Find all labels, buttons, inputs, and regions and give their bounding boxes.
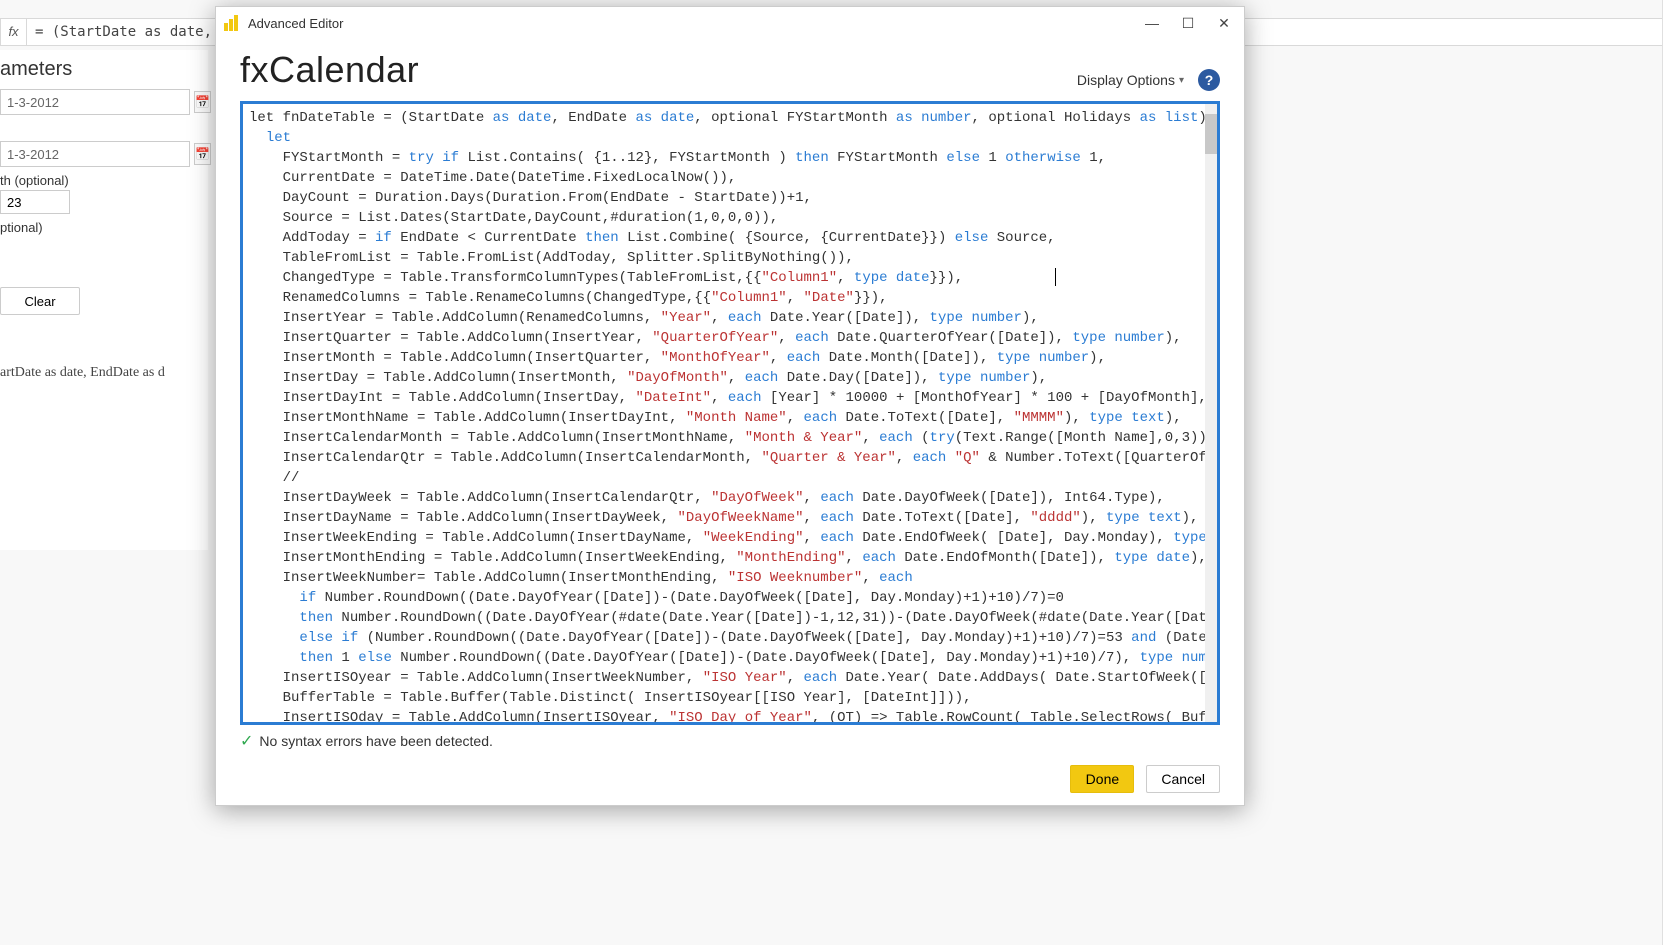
scrollbar-track[interactable] <box>1205 104 1217 722</box>
done-button[interactable]: Done <box>1070 765 1134 793</box>
code-textarea[interactable]: let fnDateTable = (StartDate as date, En… <box>243 104 1217 722</box>
syntax-status: ✓ No syntax errors have been detected. <box>240 725 1220 751</box>
start-date-input[interactable] <box>0 89 190 115</box>
right-panel-strip <box>1662 0 1680 945</box>
clear-button[interactable]: Clear <box>0 287 80 315</box>
parameters-panel: ameters 📅 📅 th (optional) ptional) Clear… <box>0 50 208 550</box>
app-icon <box>224 15 240 31</box>
panel-title: ameters <box>0 50 208 85</box>
minimize-button[interactable]: — <box>1134 7 1170 39</box>
end-date-input[interactable] <box>0 141 190 167</box>
code-editor[interactable]: let fnDateTable = (StartDate as date, En… <box>240 101 1220 725</box>
fy-month-input[interactable] <box>0 190 70 214</box>
function-signature: artDate as date, EndDate as d <box>0 365 208 381</box>
calendar-icon[interactable]: 📅 <box>194 91 211 113</box>
query-name: fxCalendar <box>240 49 419 91</box>
fy-month-label: th (optional) <box>0 173 208 188</box>
status-text: No syntax errors have been detected. <box>259 733 492 749</box>
cancel-button[interactable]: Cancel <box>1146 765 1220 793</box>
fx-icon: fx <box>1 19 27 45</box>
check-icon: ✓ <box>240 731 253 751</box>
holidays-label: ptional) <box>0 220 208 235</box>
close-button[interactable]: ✕ <box>1206 7 1242 39</box>
maximize-button[interactable]: ☐ <box>1170 7 1206 39</box>
help-icon[interactable]: ? <box>1198 69 1220 91</box>
titlebar: Advanced Editor — ☐ ✕ <box>216 7 1244 39</box>
calendar-icon[interactable]: 📅 <box>194 143 211 165</box>
display-options-dropdown[interactable]: Display Options ▾ <box>1077 72 1184 88</box>
formula-text: = (StartDate as date, En <box>27 24 245 40</box>
window-title: Advanced Editor <box>248 16 1134 31</box>
advanced-editor-dialog: Advanced Editor — ☐ ✕ fxCalendar Display… <box>215 6 1245 806</box>
chevron-down-icon: ▾ <box>1179 75 1184 86</box>
scrollbar-thumb[interactable] <box>1205 114 1217 154</box>
